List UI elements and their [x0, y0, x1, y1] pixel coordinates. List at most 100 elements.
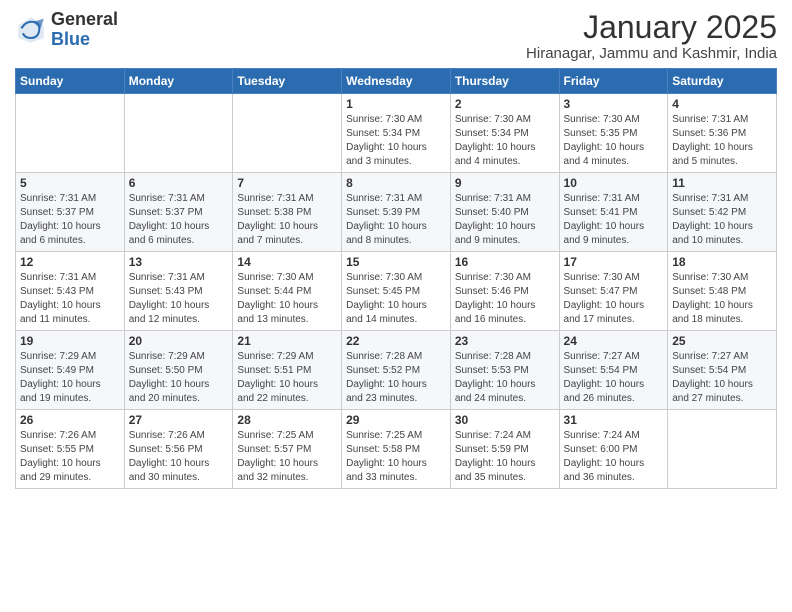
- day-number: 12: [20, 255, 120, 269]
- day-info: Sunrise: 7:30 AMSunset: 5:46 PMDaylight:…: [455, 271, 555, 327]
- day-number: 6: [129, 176, 229, 190]
- day-info: Sunrise: 7:30 AMSunset: 5:47 PMDaylight:…: [564, 271, 664, 327]
- logo-text: General Blue: [51, 10, 118, 50]
- day-info: Sunrise: 7:30 AMSunset: 5:35 PMDaylight:…: [564, 113, 664, 169]
- calendar-cell: 27 Sunrise: 7:26 AMSunset: 5:56 PMDayligh…: [124, 410, 233, 489]
- day-number: 8: [346, 176, 446, 190]
- day-number: 10: [564, 176, 664, 190]
- day-info: Sunrise: 7:26 AMSunset: 5:55 PMDaylight:…: [20, 429, 120, 485]
- day-info: Sunrise: 7:31 AMSunset: 5:43 PMDaylight:…: [129, 271, 229, 327]
- calendar-cell: 29 Sunrise: 7:25 AMSunset: 5:58 PMDayligh…: [342, 410, 451, 489]
- calendar-cell: 19Sunrise: 7:29 AMSunset: 5:49 PMDayligh…: [16, 331, 125, 410]
- calendar-cell: 18 Sunrise: 7:30 AMSunset: 5:48 PMDayligh…: [668, 252, 777, 331]
- calendar-cell: 14Sunrise: 7:30 AMSunset: 5:44 PMDayligh…: [233, 252, 342, 331]
- calendar-week-row: 26 Sunrise: 7:26 AMSunset: 5:55 PMDayligh…: [16, 410, 777, 489]
- day-info: Sunrise: 7:31 AMSunset: 5:37 PMDaylight:…: [20, 192, 120, 248]
- calendar-cell: 13 Sunrise: 7:31 AMSunset: 5:43 PMDayligh…: [124, 252, 233, 331]
- day-number: 15: [346, 255, 446, 269]
- calendar-cell: 20 Sunrise: 7:29 AMSunset: 5:50 PMDayligh…: [124, 331, 233, 410]
- title-block: January 2025 Hiranagar, Jammu and Kashmi…: [526, 10, 777, 62]
- weekday-header-tuesday: Tuesday: [233, 69, 342, 94]
- calendar-week-row: 5Sunrise: 7:31 AMSunset: 5:37 PMDaylight…: [16, 173, 777, 252]
- calendar-cell: 21Sunrise: 7:29 AMSunset: 5:51 PMDayligh…: [233, 331, 342, 410]
- logo-blue-text: Blue: [51, 30, 118, 50]
- weekday-header-sunday: Sunday: [16, 69, 125, 94]
- day-number: 30: [455, 413, 555, 427]
- day-number: 23: [455, 334, 555, 348]
- weekday-header-row: SundayMondayTuesdayWednesdayThursdayFrid…: [16, 69, 777, 94]
- weekday-header-thursday: Thursday: [450, 69, 559, 94]
- day-info: Sunrise: 7:27 AMSunset: 5:54 PMDaylight:…: [672, 350, 772, 406]
- logo-icon: [15, 14, 47, 46]
- calendar-week-row: 12 Sunrise: 7:31 AMSunset: 5:43 PMDayligh…: [16, 252, 777, 331]
- day-number: 4: [672, 97, 772, 111]
- calendar-cell: 16 Sunrise: 7:30 AMSunset: 5:46 PMDayligh…: [450, 252, 559, 331]
- day-info: Sunrise: 7:28 AMSunset: 5:53 PMDaylight:…: [455, 350, 555, 406]
- day-number: 27: [129, 413, 229, 427]
- calendar-cell: 8 Sunrise: 7:31 AMSunset: 5:39 PMDaylight…: [342, 173, 451, 252]
- calendar-cell: 11 Sunrise: 7:31 AMSunset: 5:42 PMDayligh…: [668, 173, 777, 252]
- day-info: Sunrise: 7:25 AMSunset: 5:58 PMDaylight:…: [346, 429, 446, 485]
- day-info: Sunrise: 7:30 AMSunset: 5:48 PMDaylight:…: [672, 271, 772, 327]
- calendar-cell: 3Sunrise: 7:30 AMSunset: 5:35 PMDaylight…: [559, 94, 668, 173]
- calendar-cell: 4 Sunrise: 7:31 AMSunset: 5:36 PMDaylight…: [668, 94, 777, 173]
- day-number: 7: [237, 176, 337, 190]
- day-number: 13: [129, 255, 229, 269]
- logo-general-text: General: [51, 10, 118, 30]
- calendar-cell: 1Sunrise: 7:30 AMSunset: 5:34 PMDaylight…: [342, 94, 451, 173]
- calendar-cell: 28 Sunrise: 7:25 AMSunset: 5:57 PMDayligh…: [233, 410, 342, 489]
- day-info: Sunrise: 7:30 AMSunset: 5:45 PMDaylight:…: [346, 271, 446, 327]
- day-info: Sunrise: 7:30 AMSunset: 5:34 PMDaylight:…: [455, 113, 555, 169]
- day-number: 26: [20, 413, 120, 427]
- calendar-cell: [124, 94, 233, 173]
- day-info: Sunrise: 7:29 AMSunset: 5:51 PMDaylight:…: [237, 350, 337, 406]
- day-info: Sunrise: 7:29 AMSunset: 5:50 PMDaylight:…: [129, 350, 229, 406]
- day-info: Sunrise: 7:31 AMSunset: 5:42 PMDaylight:…: [672, 192, 772, 248]
- calendar-cell: 26 Sunrise: 7:26 AMSunset: 5:55 PMDayligh…: [16, 410, 125, 489]
- day-number: 28: [237, 413, 337, 427]
- day-info: Sunrise: 7:31 AMSunset: 5:43 PMDaylight:…: [20, 271, 120, 327]
- calendar-cell: 6 Sunrise: 7:31 AMSunset: 5:37 PMDaylight…: [124, 173, 233, 252]
- month-year-title: January 2025: [526, 10, 777, 45]
- header: General Blue January 2025 Hiranagar, Jam…: [15, 10, 777, 62]
- logo: General Blue: [15, 10, 118, 50]
- calendar-cell: 25 Sunrise: 7:27 AMSunset: 5:54 PMDayligh…: [668, 331, 777, 410]
- calendar-cell: 23 Sunrise: 7:28 AMSunset: 5:53 PMDayligh…: [450, 331, 559, 410]
- calendar-cell: [668, 410, 777, 489]
- calendar-cell: 7Sunrise: 7:31 AMSunset: 5:38 PMDaylight…: [233, 173, 342, 252]
- day-info: Sunrise: 7:30 AMSunset: 5:34 PMDaylight:…: [346, 113, 446, 169]
- calendar-week-row: 1Sunrise: 7:30 AMSunset: 5:34 PMDaylight…: [16, 94, 777, 173]
- day-number: 2: [455, 97, 555, 111]
- day-number: 16: [455, 255, 555, 269]
- calendar-cell: [16, 94, 125, 173]
- day-info: Sunrise: 7:24 AMSunset: 5:59 PMDaylight:…: [455, 429, 555, 485]
- day-info: Sunrise: 7:31 AMSunset: 5:37 PMDaylight:…: [129, 192, 229, 248]
- day-info: Sunrise: 7:31 AMSunset: 5:39 PMDaylight:…: [346, 192, 446, 248]
- day-number: 22: [346, 334, 446, 348]
- day-number: 17: [564, 255, 664, 269]
- day-info: Sunrise: 7:31 AMSunset: 5:41 PMDaylight:…: [564, 192, 664, 248]
- day-info: Sunrise: 7:25 AMSunset: 5:57 PMDaylight:…: [237, 429, 337, 485]
- calendar-week-row: 19Sunrise: 7:29 AMSunset: 5:49 PMDayligh…: [16, 331, 777, 410]
- day-info: Sunrise: 7:26 AMSunset: 5:56 PMDaylight:…: [129, 429, 229, 485]
- page: General Blue January 2025 Hiranagar, Jam…: [0, 0, 792, 612]
- calendar-cell: 15 Sunrise: 7:30 AMSunset: 5:45 PMDayligh…: [342, 252, 451, 331]
- calendar-cell: 9Sunrise: 7:31 AMSunset: 5:40 PMDaylight…: [450, 173, 559, 252]
- day-number: 19: [20, 334, 120, 348]
- day-number: 20: [129, 334, 229, 348]
- day-info: Sunrise: 7:31 AMSunset: 5:36 PMDaylight:…: [672, 113, 772, 169]
- day-number: 29: [346, 413, 446, 427]
- day-info: Sunrise: 7:30 AMSunset: 5:44 PMDaylight:…: [237, 271, 337, 327]
- day-info: Sunrise: 7:28 AMSunset: 5:52 PMDaylight:…: [346, 350, 446, 406]
- calendar-cell: [233, 94, 342, 173]
- calendar-cell: 2 Sunrise: 7:30 AMSunset: 5:34 PMDaylight…: [450, 94, 559, 173]
- weekday-header-wednesday: Wednesday: [342, 69, 451, 94]
- day-number: 25: [672, 334, 772, 348]
- day-number: 18: [672, 255, 772, 269]
- day-number: 11: [672, 176, 772, 190]
- location-subtitle: Hiranagar, Jammu and Kashmir, India: [526, 45, 777, 62]
- calendar-cell: 22 Sunrise: 7:28 AMSunset: 5:52 PMDayligh…: [342, 331, 451, 410]
- weekday-header-friday: Friday: [559, 69, 668, 94]
- day-number: 31: [564, 413, 664, 427]
- calendar-cell: 5Sunrise: 7:31 AMSunset: 5:37 PMDaylight…: [16, 173, 125, 252]
